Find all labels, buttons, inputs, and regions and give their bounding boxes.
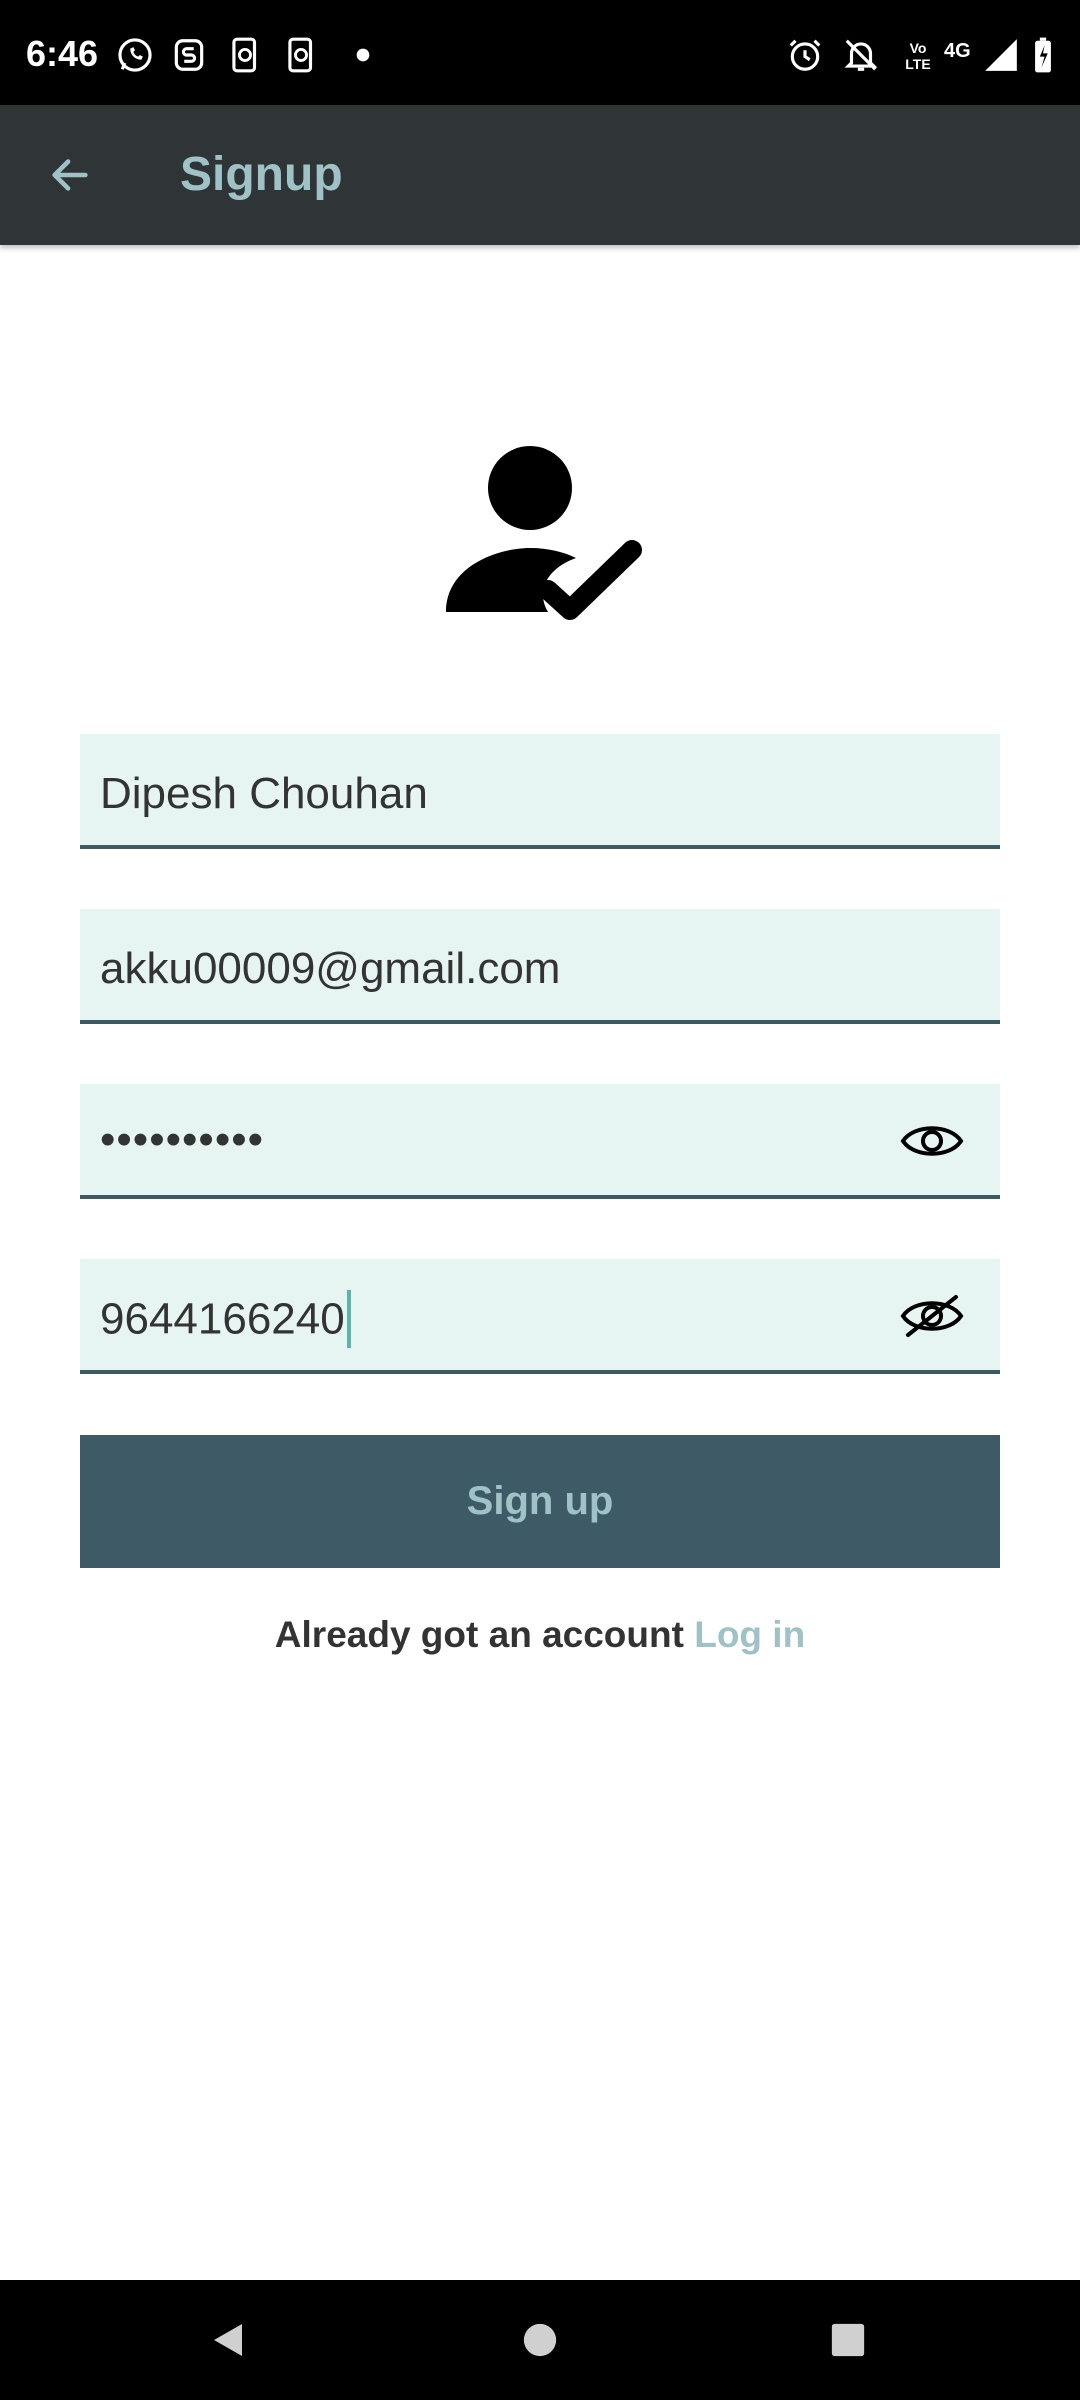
login-prompt: Already got an account Log in (0, 1613, 1080, 1657)
nav-home-icon (523, 2323, 557, 2357)
nav-recents-button[interactable] (788, 2280, 908, 2400)
phone-sync-icon (226, 36, 264, 74)
arrow-back-icon (52, 159, 88, 191)
nav-back-button[interactable] (168, 2280, 288, 2400)
volte-icon: Vo LTE (905, 40, 931, 72)
page-title: Signup (180, 148, 343, 201)
nav-home-button[interactable] (480, 2280, 600, 2400)
notifications-off-icon (842, 36, 880, 74)
status-bar: 6:46 Vo LTE 4G (0, 0, 1080, 105)
nav-recents-icon (831, 2323, 865, 2357)
app-bar: Signup (0, 105, 1080, 245)
alarm-icon (786, 36, 824, 74)
person-check-icon (440, 440, 646, 620)
signup-button[interactable]: Sign up (80, 1435, 1000, 1568)
eye-off-icon[interactable] (900, 1293, 964, 1339)
phone-field[interactable]: 9644166240 (80, 1259, 1000, 1374)
s-app-icon (170, 36, 208, 74)
4g-icon: 4G (944, 40, 971, 62)
battery-icon (1030, 36, 1056, 74)
nav-back-icon (214, 2324, 242, 2356)
dot-icon (344, 36, 382, 74)
eye-icon[interactable] (900, 1118, 964, 1164)
back-button[interactable] (30, 135, 110, 215)
signal-icon (982, 36, 1020, 74)
phone-value: 9644166240 (100, 1290, 351, 1351)
email-value: akku00009@gmail.com (100, 944, 561, 993)
nav-bar (0, 2280, 1080, 2400)
phone-sync-icon (282, 36, 320, 74)
name-field[interactable]: Dipesh Chouhan (80, 734, 1000, 849)
login-link[interactable]: Log in (694, 1614, 805, 1655)
whatsapp-icon (116, 36, 154, 74)
password-field[interactable]: •••••••••• (80, 1084, 1000, 1199)
status-time: 6:46 (26, 33, 99, 74)
text-caret (346, 1290, 351, 1348)
email-field[interactable]: akku00009@gmail.com (80, 909, 1000, 1024)
password-value: •••••••••• (100, 1115, 265, 1164)
name-value: Dipesh Chouhan (100, 769, 428, 818)
login-prompt-text: Already got an account (274, 1614, 684, 1655)
